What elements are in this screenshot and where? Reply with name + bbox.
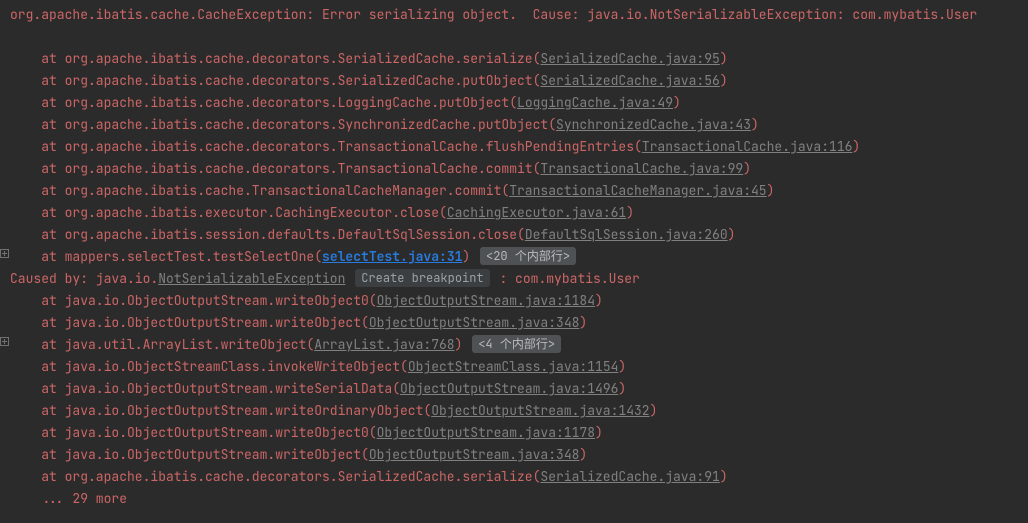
stack-frame-text: at org.apache.ibatis.cache.decorators.Lo… <box>10 94 517 111</box>
stack-frame-suffix: ) <box>626 204 634 221</box>
source-link[interactable]: ObjectOutputStream.java:348 <box>369 446 580 463</box>
stack-frame-text: at java.io.ObjectOutputStream.writeSeria… <box>10 380 400 397</box>
source-link[interactable]: TransactionalCache.java:99 <box>540 160 743 177</box>
stack-frame-text: at org.apache.ibatis.executor.CachingExe… <box>10 204 447 221</box>
stack-frame-text: at java.io.ObjectOutputStream.writeOrdin… <box>10 402 431 419</box>
stack-frame-suffix: ) <box>720 50 728 67</box>
stack-line: at org.apache.ibatis.session.defaults.De… <box>0 224 1028 246</box>
collapsed-frames-badge[interactable]: <20 个内部行> <box>480 247 576 265</box>
source-link[interactable]: TransactionalCacheManager.java:45 <box>509 182 766 199</box>
stack-frame-suffix: ) <box>618 358 626 375</box>
stack-frame-suffix: ) <box>618 380 626 397</box>
stack-line: at org.apache.ibatis.cache.decorators.Tr… <box>0 158 1028 180</box>
stack-line: at org.apache.ibatis.cache.decorators.Se… <box>0 466 1028 488</box>
source-link[interactable]: TransactionalCache.java:116 <box>642 138 853 155</box>
source-link[interactable]: CachingExecutor.java:61 <box>447 204 626 221</box>
stack-frame-text: at java.io.ObjectOutputStream.writeObjec… <box>10 424 377 441</box>
caused-by-prefix: Caused by: java.io. <box>10 270 158 287</box>
stack-frame-suffix: ) <box>595 424 603 441</box>
stack-frame-suffix: ) <box>720 468 728 485</box>
stack-frame-text: at org.apache.ibatis.cache.Transactional… <box>10 182 509 199</box>
source-link[interactable]: LoggingCache.java:49 <box>517 94 673 111</box>
stack-frame-text: at java.io.ObjectOutputStream.writeObjec… <box>10 314 369 331</box>
stack-line: at org.apache.ibatis.cache.Transactional… <box>0 180 1028 202</box>
stack-frame-suffix: ) <box>455 336 471 353</box>
stack-frame-text: at org.apache.ibatis.session.defaults.De… <box>10 226 525 243</box>
stack-line: at org.apache.ibatis.cache.decorators.Tr… <box>0 136 1028 158</box>
stack-line: at java.io.ObjectOutputStream.writeObjec… <box>0 312 1028 334</box>
collapsed-frames-badge[interactable]: <4 个内部行> <box>472 335 561 353</box>
stack-frame-text: at java.util.ArrayList.writeObject( <box>10 336 314 353</box>
stack-line: at java.io.ObjectOutputStream.writeSeria… <box>0 378 1028 400</box>
source-link[interactable]: ObjectStreamClass.java:1154 <box>408 358 619 375</box>
stack-line: at org.apache.ibatis.cache.decorators.Lo… <box>0 92 1028 114</box>
caused-by-line: Caused by: java.io.NotSerializableExcept… <box>0 268 1028 290</box>
stack-line: at java.io.ObjectStreamClass.invokeWrite… <box>0 356 1028 378</box>
create-breakpoint-button[interactable]: Create breakpoint <box>355 269 489 287</box>
expand-icon[interactable] <box>0 249 9 258</box>
blank <box>10 28 18 45</box>
exception-header-line: org.apache.ibatis.cache.CacheException: … <box>0 4 1028 26</box>
stack-frame-suffix: ) <box>650 402 658 419</box>
stack-frame-suffix: ) <box>743 160 751 177</box>
caused-by-suffix: : com.mybatis.User <box>499 270 639 287</box>
stack-line: at java.io.ObjectOutputStream.writeObjec… <box>0 422 1028 444</box>
stack-frame-text: at mappers.selectTest.testSelectOne( <box>10 248 322 265</box>
stack-line: at java.io.ObjectOutputStream.writeObjec… <box>0 290 1028 312</box>
expand-icon[interactable] <box>0 337 9 346</box>
stack-frame-suffix: ) <box>462 248 478 265</box>
source-link[interactable]: ObjectOutputStream.java:1184 <box>377 292 595 309</box>
source-link[interactable]: SerializedCache.java:56 <box>540 72 719 89</box>
stack-frame-text: at org.apache.ibatis.cache.decorators.Se… <box>10 468 540 485</box>
user-source-link[interactable]: selectTest.java:31 <box>322 248 462 265</box>
source-link[interactable]: ObjectOutputStream.java:1178 <box>377 424 595 441</box>
source-link[interactable]: DefaultSqlSession.java:260 <box>525 226 728 243</box>
stack-line: at org.apache.ibatis.cache.decorators.Se… <box>0 70 1028 92</box>
source-link[interactable]: SerializedCache.java:91 <box>540 468 719 485</box>
stack-frame-suffix: ) <box>852 138 860 155</box>
source-link[interactable]: ObjectOutputStream.java:1432 <box>431 402 649 419</box>
source-link[interactable]: ArrayList.java:768 <box>314 336 454 353</box>
stack-frame-text: at org.apache.ibatis.cache.decorators.Sy… <box>10 116 556 133</box>
stack-line: ... 29 more <box>0 488 1028 510</box>
stack-frame-suffix: ) <box>728 226 736 243</box>
stack-frame-text: at org.apache.ibatis.cache.decorators.Tr… <box>10 160 540 177</box>
stack-frame-text: at org.apache.ibatis.cache.decorators.Tr… <box>10 138 642 155</box>
stack-line: at java.io.ObjectOutputStream.writeOrdin… <box>0 400 1028 422</box>
exception-class-link[interactable]: NotSerializableException <box>158 270 345 287</box>
stack-frame-text: at java.io.ObjectOutputStream.writeObjec… <box>10 446 369 463</box>
exception-header: org.apache.ibatis.cache.CacheException: … <box>10 6 977 23</box>
stack-line: at org.apache.ibatis.cache.decorators.Sy… <box>0 114 1028 136</box>
stack-frame-suffix: ) <box>720 72 728 89</box>
source-link[interactable]: ObjectOutputStream.java:1496 <box>400 380 618 397</box>
stack-frame-text: at java.io.ObjectStreamClass.invokeWrite… <box>10 358 408 375</box>
stack-line <box>0 26 1028 48</box>
source-link[interactable]: ObjectOutputStream.java:348 <box>369 314 580 331</box>
stack-frame-suffix: ) <box>595 292 603 309</box>
stack-frame-suffix: ) <box>579 446 587 463</box>
source-link[interactable]: SynchronizedCache.java:43 <box>556 116 751 133</box>
stack-frame-suffix: ) <box>579 314 587 331</box>
user-stack-line: at mappers.selectTest.testSelectOne(sele… <box>0 246 1028 268</box>
stack-frame-suffix: ) <box>767 182 775 199</box>
stack-frame-text: at java.io.ObjectOutputStream.writeObjec… <box>10 292 377 309</box>
source-link[interactable]: SerializedCache.java:95 <box>540 50 719 67</box>
stack-frame-suffix: ) <box>751 116 759 133</box>
stack-line: at org.apache.ibatis.cache.decorators.Se… <box>0 48 1028 70</box>
stack-line: at java.io.ObjectOutputStream.writeObjec… <box>0 444 1028 466</box>
stack-line: at org.apache.ibatis.executor.CachingExe… <box>0 202 1028 224</box>
stack-frame-text: at org.apache.ibatis.cache.decorators.Se… <box>10 72 540 89</box>
more-frames: ... 29 more <box>10 490 127 507</box>
stack-frame-suffix: ) <box>673 94 681 111</box>
stack-frame-text: at org.apache.ibatis.cache.decorators.Se… <box>10 50 540 67</box>
collapsed-stack-line: at java.util.ArrayList.writeObject(Array… <box>0 334 1028 356</box>
